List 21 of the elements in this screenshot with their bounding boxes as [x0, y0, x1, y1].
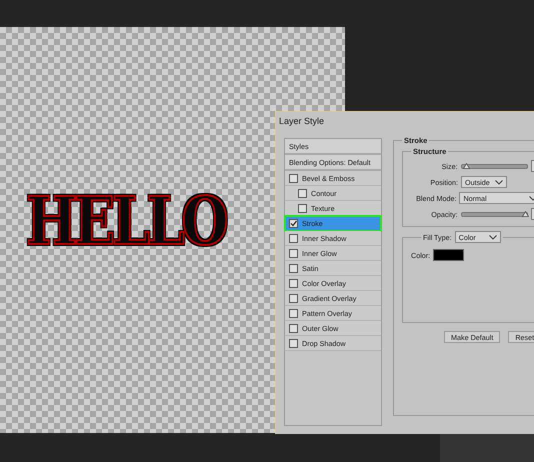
dialog-title: Layer Style: [279, 116, 324, 126]
checkbox[interactable]: [298, 188, 307, 198]
slider-thumb[interactable]: [462, 162, 470, 168]
hello-text: HELLO: [26, 188, 226, 254]
checkbox[interactable]: [289, 234, 298, 242]
checkbox[interactable]: [289, 324, 298, 332]
slider-track[interactable]: [460, 164, 528, 168]
slider-thumb[interactable]: [522, 210, 530, 216]
checkbox[interactable]: [289, 174, 298, 182]
chevron-icon: [488, 234, 497, 240]
checkbox[interactable]: [289, 248, 298, 258]
checkbox[interactable]: [289, 264, 298, 272]
checkbox[interactable]: [289, 278, 298, 288]
color-swatch[interactable]: [433, 249, 464, 261]
slider-track[interactable]: [460, 212, 528, 216]
checkbox[interactable]: [298, 204, 307, 212]
chevron-icon: [495, 180, 503, 184]
checkbox[interactable]: [289, 338, 298, 348]
checkbox[interactable]: [289, 218, 298, 228]
checkbox[interactable]: [289, 308, 298, 318]
checkbox[interactable]: [289, 294, 298, 302]
